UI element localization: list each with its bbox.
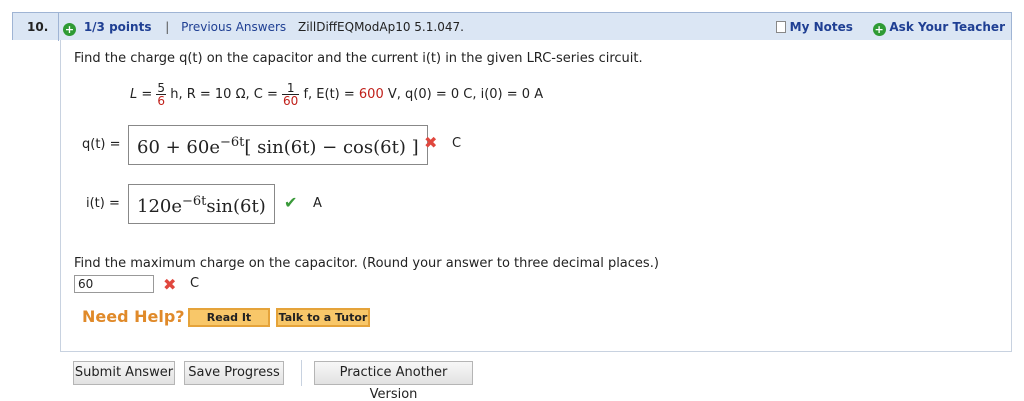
need-help-title: Need Help?	[82, 307, 185, 326]
my-notes-link[interactable]: My Notes	[790, 20, 853, 34]
ask-teacher-link[interactable]: Ask Your Teacher	[889, 20, 1005, 34]
button-divider	[301, 360, 302, 386]
L-label: L =	[130, 87, 153, 102]
notes-icon[interactable]	[775, 21, 786, 33]
i-expr-exponent: −6t	[182, 194, 207, 209]
read-it-button[interactable]: Read It	[188, 308, 270, 327]
previous-answers-link[interactable]: Previous Answers	[181, 20, 286, 34]
L-unit-text: h, R = 10 Ω, C =	[170, 87, 278, 102]
q-expr-trig: [ sin(6t) − cos(6t) ]	[244, 137, 419, 158]
given-values: L = 56 h, R = 10 Ω, C = 1 60 f, E(t) = 60…	[130, 82, 543, 107]
L-denominator: 6	[157, 94, 166, 108]
initial-conditions: V, q(0) = 0 C, i(0) = 0 A	[387, 87, 544, 102]
q-answer-box[interactable]: 60 + 60e−6t[ sin(6t) − cos(6t) ]	[128, 125, 428, 165]
i-expr-main: 120e	[137, 196, 183, 217]
question-number: 10.	[13, 13, 59, 41]
plus-icon[interactable]: +	[872, 23, 886, 36]
points-area: + 1/3 points | Previous Answers ZillDiff…	[63, 13, 464, 41]
i-answer-box[interactable]: 120e−6tsin(6t)	[128, 184, 275, 224]
C-denominator: 60	[283, 94, 299, 108]
problem-id: ZillDiffEQModAp10 5.1.047.	[297, 20, 464, 34]
wrong-icon: ✖	[424, 133, 438, 152]
q-grade: C	[452, 136, 462, 151]
plus-icon[interactable]: +	[63, 23, 76, 36]
E-value: 600	[358, 87, 384, 102]
q-expr-exponent: −6t	[220, 135, 245, 150]
header-actions: My Notes + Ask Your Teacher	[775, 13, 1005, 41]
question-prompt: Find the charge q(t) on the capacitor an…	[74, 51, 643, 66]
question-header: 10. + 1/3 points | Previous Answers Zill…	[12, 12, 1012, 41]
max-charge-grade: C	[190, 276, 200, 291]
q-label: q(t) =	[82, 137, 121, 152]
L-fraction: 56	[156, 82, 167, 108]
i-grade: A	[313, 196, 322, 211]
practice-another-version-button[interactable]: Practice Another Version	[314, 361, 473, 401]
header-separator: |	[165, 20, 170, 34]
i-expr-trig: sin(6t)	[206, 196, 266, 217]
q-expr-main: 60 + 60e	[137, 137, 220, 158]
C-unit-text: f, E(t) =	[303, 87, 355, 102]
i-label: i(t) =	[86, 196, 120, 211]
save-progress-button[interactable]: Save Progress	[184, 361, 284, 385]
talk-to-tutor-button[interactable]: Talk to a Tutor	[276, 308, 370, 327]
check-icon: ✔	[284, 193, 298, 212]
points-label: 1/3 points	[83, 20, 152, 34]
wrong-icon: ✖	[163, 275, 177, 294]
submit-answer-button[interactable]: Submit Answer	[73, 361, 175, 385]
max-charge-input[interactable]: 60	[74, 275, 154, 293]
max-charge-prompt: Find the maximum charge on the capacitor…	[74, 256, 659, 271]
C-fraction: 1 60	[282, 82, 300, 108]
